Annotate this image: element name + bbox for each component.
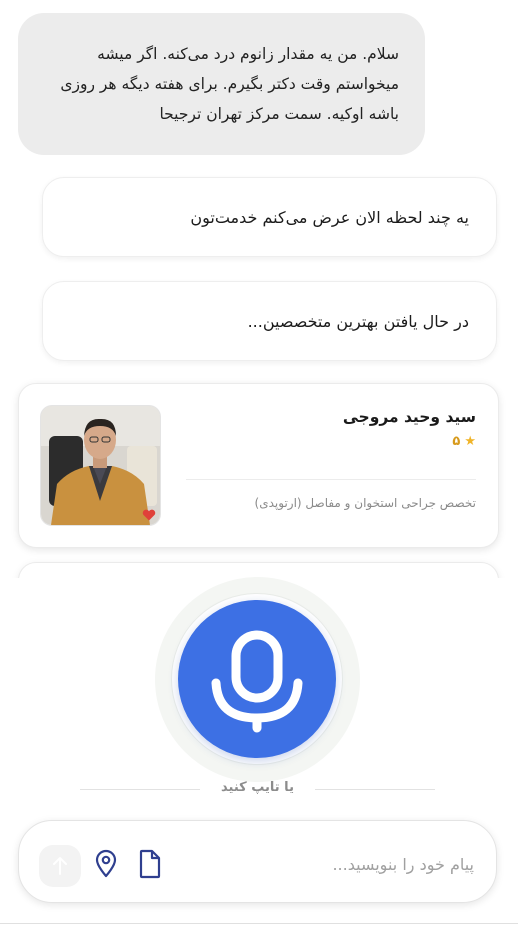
doctor-specialty: تخصص جراحی استخوان و مفاصل (ارتوپدی): [254, 496, 476, 510]
attach-file-button[interactable]: [137, 849, 163, 879]
or-type-label: یا تایپ کنید: [221, 780, 294, 795]
send-button[interactable]: [39, 845, 81, 887]
microphone-icon: [211, 630, 303, 733]
star-icon: ★: [464, 434, 476, 449]
message-input-bar: [18, 820, 497, 903]
user-message-text: سلام. من یه مقدار زانوم درد می‌کنه. اگر …: [60, 45, 399, 123]
bot-message-bubble: یه چند لحظه الان عرض می‌کنم خدمت‌تون: [42, 177, 497, 257]
doctor-photo: [40, 405, 161, 526]
bot-message-bubble: در حال یافتن بهترین متخصصین...: [42, 281, 497, 361]
divider-line: [80, 789, 200, 790]
doctor-portrait-image: [41, 406, 160, 525]
chat-area: سلام. من یه مقدار زانوم درد می‌کنه. اگر …: [0, 0, 518, 578]
divider-line: [315, 789, 435, 790]
arrow-up-icon: [53, 857, 67, 875]
message-input[interactable]: [212, 843, 476, 885]
user-message-bubble: سلام. من یه مقدار زانوم درد می‌کنه. اگر …: [18, 13, 425, 155]
rating-value: ۵: [452, 434, 461, 449]
bot-message-text: یه چند لحظه الان عرض می‌کنم خدمت‌تون: [190, 207, 469, 227]
doctor-card-next[interactable]: [18, 562, 499, 578]
location-button[interactable]: [93, 849, 119, 879]
card-divider: [186, 479, 476, 480]
doctor-card[interactable]: سید وحید مروجی ★ ۵ تخصص جراحی استخوان و …: [18, 383, 499, 548]
file-icon: [139, 849, 161, 879]
doctor-name: سید وحید مروجی: [342, 408, 476, 426]
microphone-button[interactable]: [178, 600, 336, 758]
bottom-divider: [0, 923, 518, 924]
bot-message-text: در حال یافتن بهترین متخصصین...: [247, 311, 469, 331]
heart-icon: [142, 509, 156, 521]
doctor-rating: ★ ۵: [452, 434, 476, 449]
location-pin-icon: [95, 849, 117, 878]
